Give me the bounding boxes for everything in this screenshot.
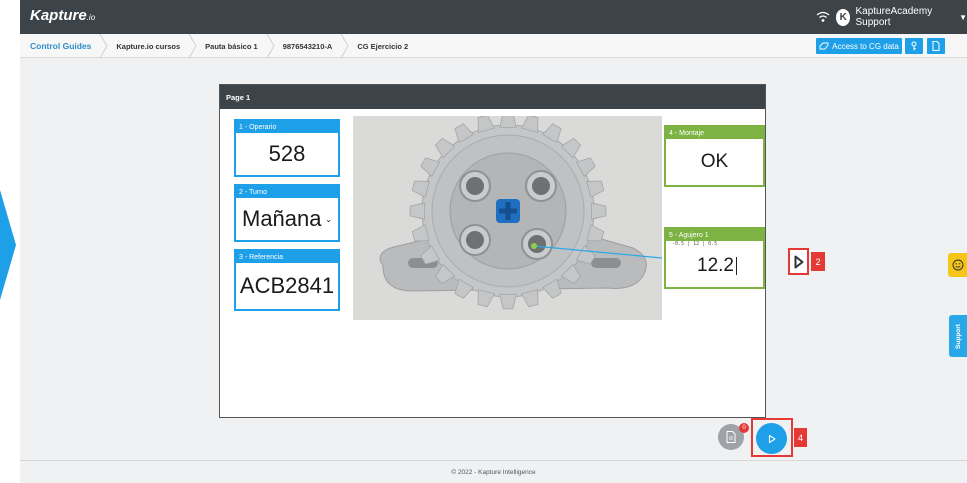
document-icon <box>726 431 736 443</box>
play-button[interactable] <box>756 423 787 454</box>
avatar: K <box>836 8 851 26</box>
documents-count-badge: 0 <box>739 423 749 433</box>
next-field-button[interactable] <box>788 248 809 275</box>
operario-input[interactable]: 528 <box>236 133 338 175</box>
field-operario[interactable]: 1 - Operario 528 <box>234 119 340 177</box>
support-label: Support <box>954 323 962 349</box>
link-icon <box>819 42 829 50</box>
copyright-text: © 2022 - Kapture Intelligence <box>451 468 536 476</box>
access-cg-data-button[interactable]: Access to CG data <box>816 38 902 54</box>
field-agujero[interactable]: 5 - Agujero 1 -0.5 | 12 | 0.5 12.2 <box>664 227 765 289</box>
play-outline-icon <box>794 255 803 268</box>
chevron-down-icon: ▼ <box>959 12 967 22</box>
footer: © 2022 - Kapture Intelligence <box>20 460 967 483</box>
field-label: 5 - Agujero 1 <box>666 229 763 241</box>
turno-selected-value: Mañana <box>242 206 322 231</box>
wifi-icon <box>816 11 830 22</box>
turno-select[interactable]: Mañana ⌄ <box>236 198 338 240</box>
field-label: 4 - Montaje <box>666 127 763 139</box>
field-referencia[interactable]: 3 - Referencia ACB2841 <box>234 249 340 311</box>
breadcrumb-separator-icon <box>340 34 349 58</box>
breadcrumb-item-control-guides[interactable]: Control Guides <box>30 34 99 58</box>
chevron-down-icon: ⌄ <box>325 214 332 224</box>
gear-photo <box>353 116 662 320</box>
smiley-icon <box>952 259 963 271</box>
field-label: 1 - Operario <box>236 121 338 133</box>
document-icon <box>932 41 940 51</box>
referencia-input[interactable]: ACB2841 <box>236 263 338 309</box>
breadcrumb-separator-icon <box>266 34 275 58</box>
top-bar: Kapture.io K KaptureAcademy Support ▼ <box>20 0 967 34</box>
user-menu[interactable]: K KaptureAcademy Support ▼ <box>836 6 967 28</box>
step-badge-4: 4 <box>794 428 807 447</box>
app-window: Kapture.io K KaptureAcademy Support ▼ Co… <box>20 0 967 483</box>
agujero-value: 12.2 <box>697 255 734 276</box>
breadcrumb-item-cg-ejercicio[interactable]: CG Ejercicio 2 <box>357 34 416 58</box>
support-tab[interactable]: Support <box>949 315 967 357</box>
brand-logo[interactable]: Kapture.io <box>30 7 95 24</box>
breadcrumb-item-pauta[interactable]: Pauta básico 1 <box>205 34 266 58</box>
text-cursor <box>736 257 737 275</box>
breadcrumb-separator-icon <box>99 34 108 58</box>
key-icon <box>911 41 917 51</box>
left-arrow-indicator <box>0 190 16 300</box>
control-guide-page: Page 1 1 - Operario 528 2 - Turno Mañana… <box>219 84 766 418</box>
agujero-input[interactable]: 12.2 <box>666 247 763 285</box>
breadcrumb: Control Guides Kapture.io cursos Pauta b… <box>30 34 416 58</box>
page-title: Page 1 <box>220 85 765 109</box>
user-name: KaptureAcademy Support <box>855 6 933 28</box>
brand-suffix: .io <box>86 13 96 22</box>
breadcrumb-separator-icon <box>188 34 197 58</box>
gear-tooth <box>499 116 517 128</box>
step-badge-2: 2 <box>811 252 825 271</box>
feedback-button[interactable] <box>948 253 967 277</box>
field-label: 2 - Turno <box>236 186 338 198</box>
field-turno[interactable]: 2 - Turno Mañana ⌄ <box>234 184 340 242</box>
breadcrumb-item-reference[interactable]: 9876543210-A <box>283 34 341 58</box>
key-button[interactable] <box>905 38 923 54</box>
breadcrumb-item-kapture-cursos[interactable]: Kapture.io cursos <box>116 34 188 58</box>
field-montaje[interactable]: 4 - Montaje OK <box>664 125 765 187</box>
brand-name: Kapture <box>30 7 87 24</box>
montaje-value[interactable]: OK <box>666 139 763 185</box>
document-button[interactable] <box>927 38 945 54</box>
play-icon <box>768 434 776 443</box>
field-label: 3 - Referencia <box>236 251 338 263</box>
